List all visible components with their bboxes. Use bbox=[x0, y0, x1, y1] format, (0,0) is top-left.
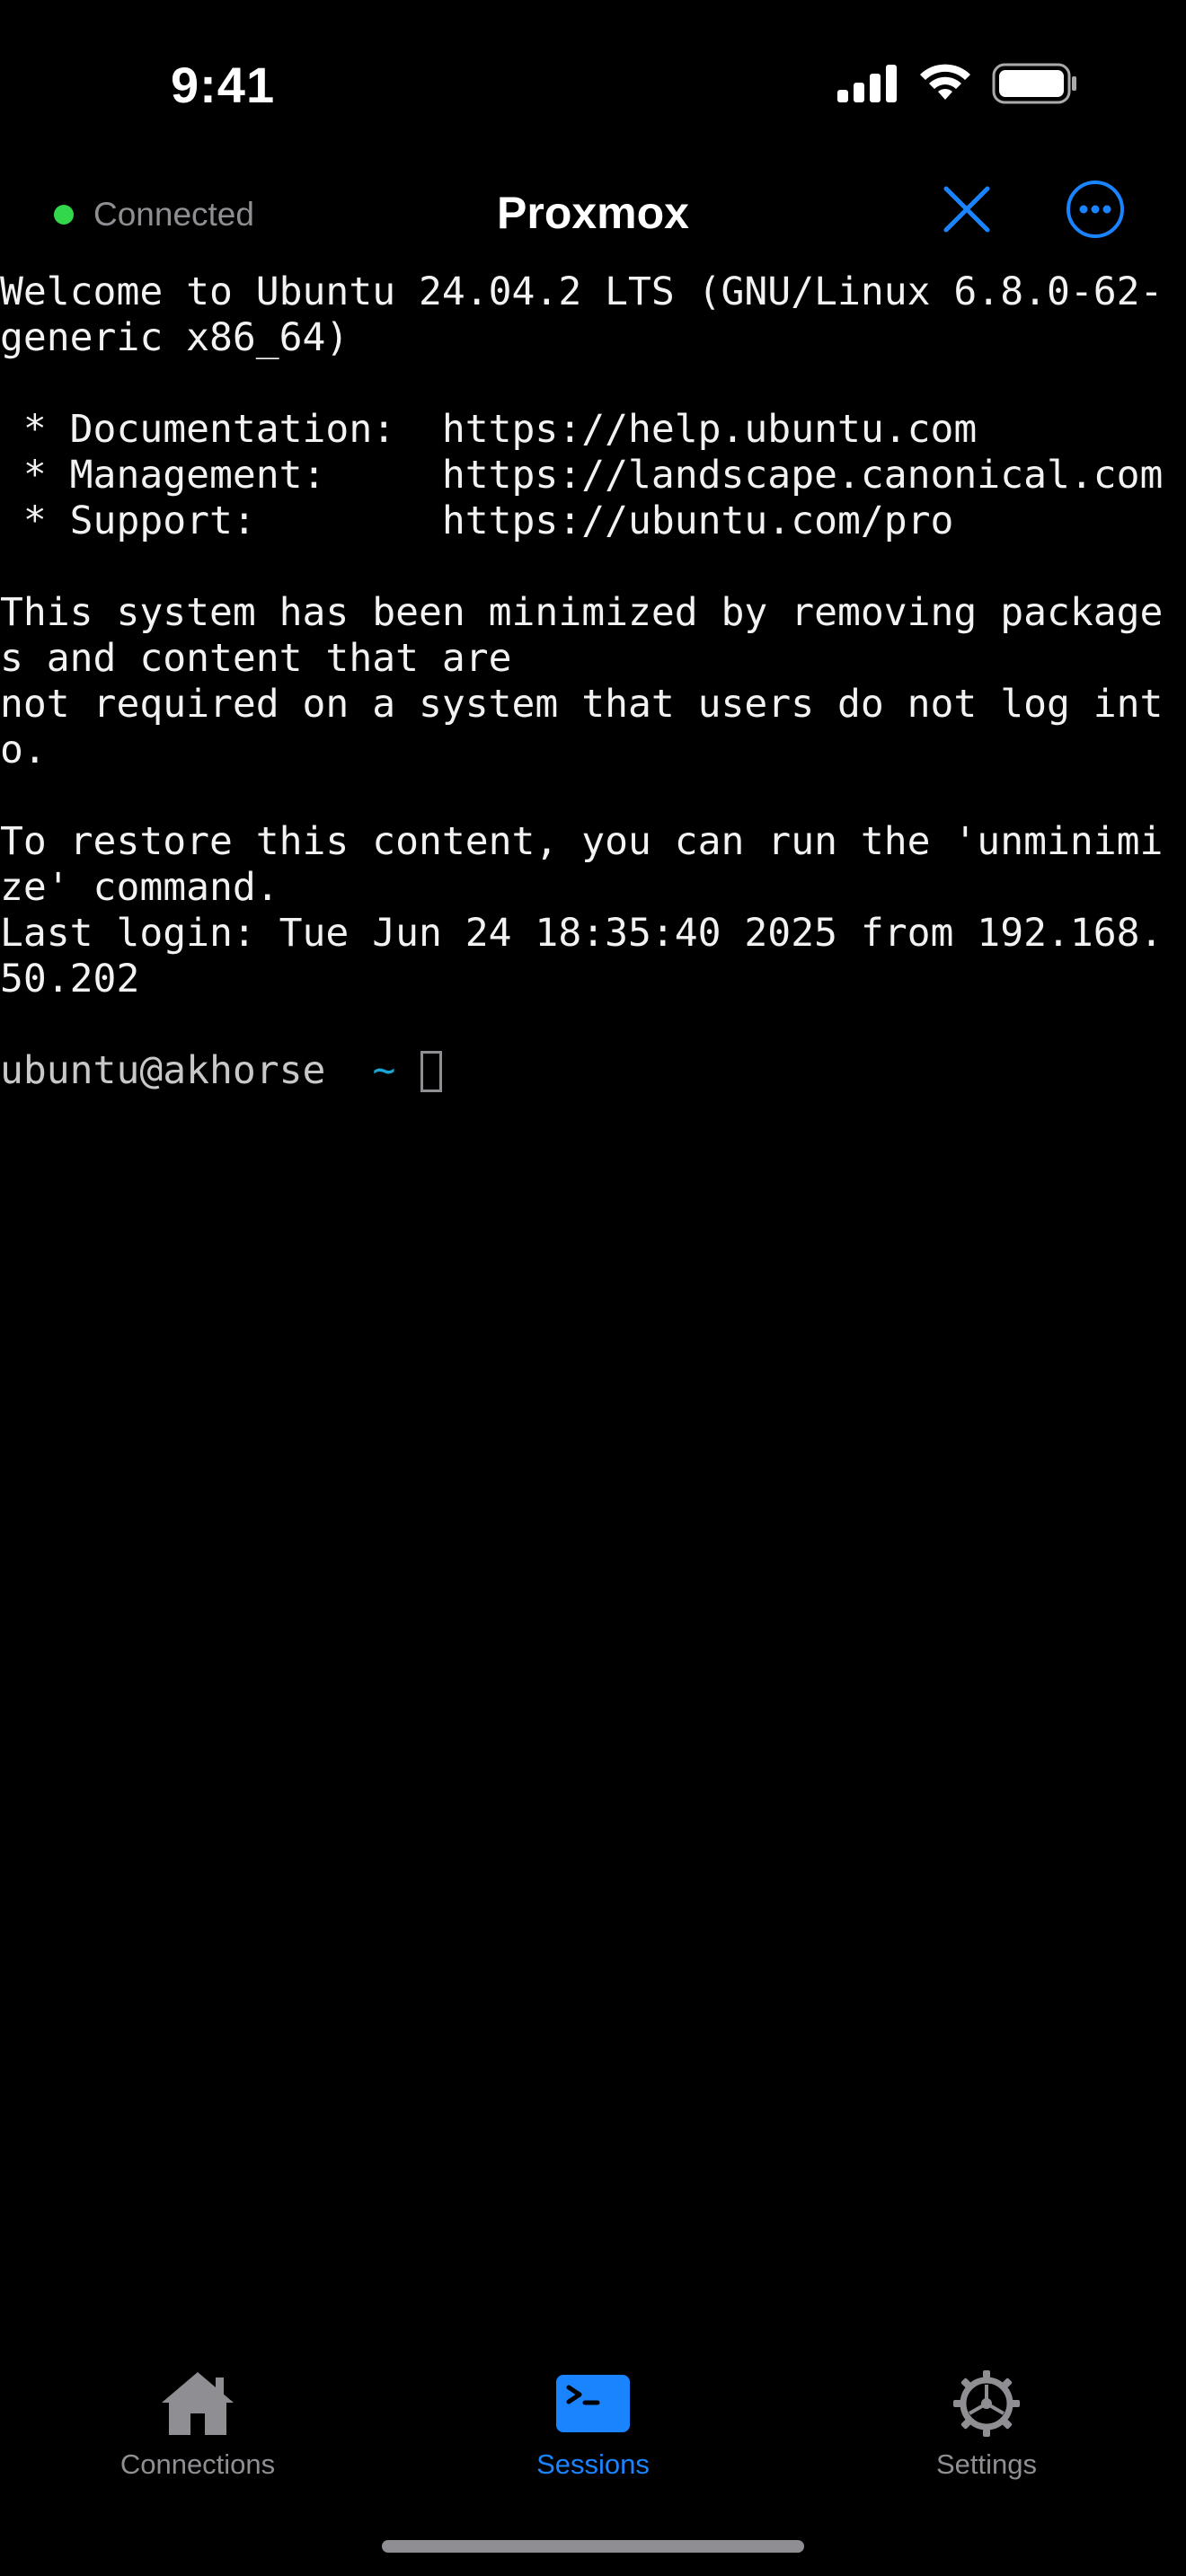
gear-icon bbox=[946, 2368, 1027, 2439]
tab-label: Sessions bbox=[536, 2448, 650, 2480]
status-bar: 9:41 bbox=[0, 0, 1186, 171]
terminal-line: o. bbox=[0, 728, 47, 772]
more-options-button[interactable] bbox=[1066, 180, 1125, 239]
battery-icon bbox=[992, 63, 1076, 104]
tab-settings[interactable]: Settings bbox=[852, 2368, 1121, 2481]
terminal-line: This system has been minimized by removi… bbox=[0, 590, 1164, 635]
terminal-line: * Support: https://ubuntu.com/pro bbox=[0, 498, 954, 543]
tab-label: Settings bbox=[935, 2448, 1037, 2480]
close-icon bbox=[943, 186, 990, 233]
terminal-icon bbox=[553, 2368, 633, 2439]
terminal-line: Welcome to Ubuntu 24.04.2 LTS (GNU/Linux… bbox=[0, 269, 1164, 314]
tab-sessions[interactable]: Sessions bbox=[458, 2368, 728, 2481]
terminal-line: 50.202 bbox=[0, 957, 140, 1001]
terminal-line: ze' command. bbox=[0, 865, 279, 910]
prompt-directory: ~ bbox=[372, 1048, 396, 1093]
house-icon bbox=[157, 2368, 238, 2439]
terminal-line: To restore this content, you can run the… bbox=[0, 819, 1164, 864]
prompt-user-host: ubuntu@akhorse bbox=[0, 1048, 326, 1093]
cellular-signal-icon bbox=[837, 65, 897, 102]
terminal-prompt[interactable]: ubuntu@akhorse ~ bbox=[0, 1048, 1186, 1094]
status-time: 9:41 bbox=[171, 57, 276, 113]
terminal-line: not required on a system that users do n… bbox=[0, 682, 1164, 727]
terminal-line: Last login: Tue Jun 24 18:35:40 2025 fro… bbox=[0, 911, 1164, 956]
terminal-line: generic x86_64) bbox=[0, 315, 350, 360]
terminal-line: s and content that are bbox=[0, 636, 512, 681]
terminal-line: * Management: https://landscape.canonica… bbox=[0, 453, 1164, 498]
status-icons bbox=[837, 63, 1078, 104]
home-indicator[interactable] bbox=[382, 2540, 804, 2553]
tab-connections[interactable]: Connections bbox=[63, 2368, 332, 2481]
more-icon bbox=[1067, 181, 1124, 238]
close-button[interactable] bbox=[939, 181, 995, 237]
page-title: Proxmox bbox=[497, 188, 689, 238]
nav-bar: Connected Proxmox bbox=[0, 171, 1186, 269]
terminal-cursor bbox=[420, 1050, 443, 1092]
tab-label: Connections bbox=[119, 2448, 276, 2480]
wifi-icon bbox=[920, 64, 970, 100]
terminal-line: * Documentation: https://help.ubuntu.com bbox=[0, 407, 978, 452]
terminal-output[interactable]: Welcome to Ubuntu 24.04.2 LTS (GNU/Linux… bbox=[0, 269, 1186, 1094]
